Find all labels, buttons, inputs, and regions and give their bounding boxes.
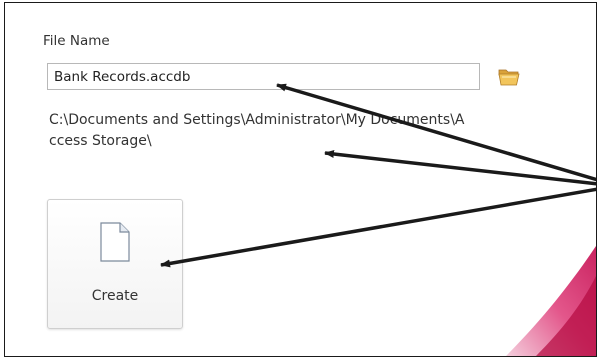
file-name-input[interactable] (47, 63, 480, 90)
folder-open-icon (498, 69, 520, 86)
create-button[interactable]: Create (47, 199, 183, 329)
create-button-label: Create (91, 288, 139, 304)
browse-folder-button[interactable] (497, 65, 521, 89)
file-name-label: File Name (43, 33, 110, 49)
new-document-icon (100, 222, 130, 262)
save-location-path: C:\Documents and Settings\Administrator\… (49, 112, 465, 149)
callout-arrow-save-path (324, 150, 596, 186)
decorative-swoosh (506, 246, 596, 356)
dialog-frame: File Name C:\Documents and Settings\Admi… (4, 2, 597, 357)
